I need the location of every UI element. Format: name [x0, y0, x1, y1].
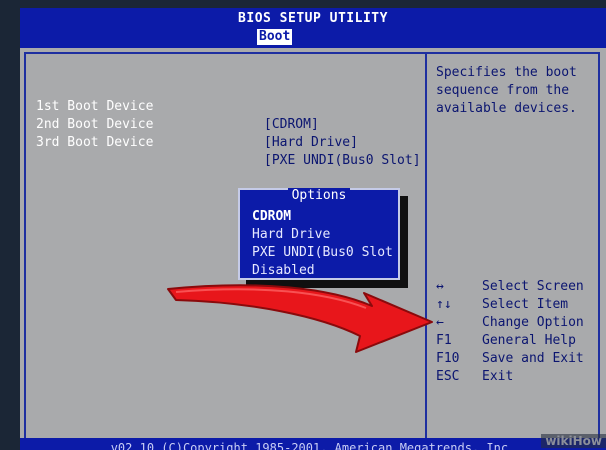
red-arrow-icon [167, 284, 433, 353]
